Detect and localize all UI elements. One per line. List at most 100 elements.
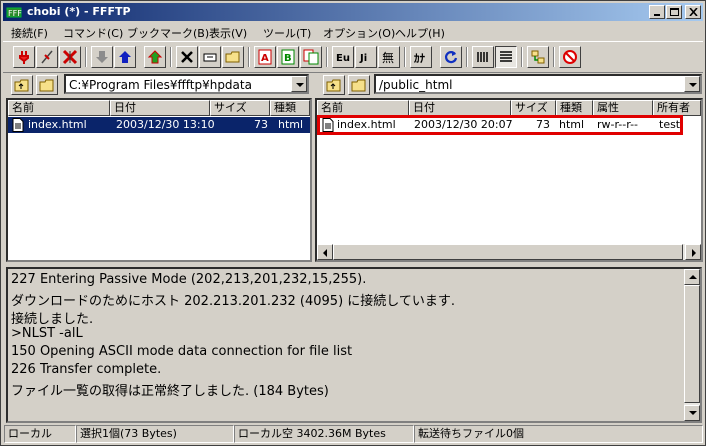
table-row[interactable]: index.html 2003/12/30 13:10 73 html — [8, 117, 310, 133]
status-mode: ローカル — [4, 425, 76, 443]
download-button[interactable] — [91, 46, 113, 68]
euc-convert-icon: Eu — [336, 53, 350, 64]
jis-convert-button[interactable]: Ji — [355, 46, 377, 68]
remote-col-type[interactable]: 種類 — [556, 100, 593, 116]
scroll-thumb[interactable] — [333, 244, 683, 260]
remote-path-combo[interactable]: /public_html — [374, 74, 702, 94]
minimize-button[interactable] — [649, 5, 665, 19]
log-line: >NLST -alL — [11, 326, 83, 341]
download-icon — [96, 51, 108, 63]
menu-view[interactable]: 表示(V) — [209, 25, 247, 41]
scroll-thumb[interactable] — [684, 285, 700, 403]
remote-col-name[interactable]: 名前 — [317, 100, 409, 116]
folder-open-icon — [39, 79, 54, 92]
status-free-space: ローカル空 3402.36M Bytes — [234, 425, 414, 443]
list-view-button[interactable] — [472, 46, 494, 68]
ascii-mode-icon: A — [258, 49, 272, 65]
menu-help[interactable]: ヘルプ(H) — [395, 25, 445, 41]
remote-col-owner[interactable]: 所有者 — [653, 100, 701, 116]
maximize-button[interactable] — [666, 5, 682, 19]
kana-convert-button[interactable]: ｶﾅ — [410, 46, 432, 68]
rename-button[interactable] — [199, 46, 221, 68]
refresh-button[interactable] — [440, 46, 462, 68]
html-file-icon — [12, 118, 24, 132]
scroll-up-button[interactable] — [684, 269, 700, 285]
local-col-type[interactable]: 種類 — [270, 100, 310, 116]
toolbar-separator — [404, 47, 406, 67]
local-col-size[interactable]: サイズ — [210, 100, 270, 116]
detail-view-button[interactable] — [495, 46, 517, 68]
local-path-text: C:¥Program Files¥ffftp¥hpdata — [69, 78, 252, 92]
connect-icon — [19, 51, 29, 64]
file-date: 2003/12/30 13:10 — [116, 118, 215, 131]
menu-command[interactable]: コマンド(C) — [63, 25, 123, 41]
svg-text:無: 無 — [382, 50, 394, 65]
euc-convert-button[interactable]: Eu — [332, 46, 354, 68]
toolbar-separator — [170, 47, 172, 67]
toolbar-separator — [521, 47, 523, 67]
svg-text:FFF: FFF — [8, 9, 22, 18]
remote-col-size[interactable]: サイズ — [511, 100, 556, 116]
upload-button[interactable] — [114, 46, 136, 68]
ffftp-app-icon: FFF — [6, 7, 22, 18]
delete-button[interactable] — [176, 46, 198, 68]
file-size: 73 — [254, 118, 268, 131]
binary-mode-button[interactable]: B — [277, 46, 299, 68]
local-col-name[interactable]: 名前 — [8, 100, 110, 116]
file-name: index.html — [28, 118, 87, 131]
title-bar[interactable]: FFF chobi (*) - FFFTP — [3, 3, 703, 21]
remote-open-folder-button[interactable] — [348, 75, 370, 95]
quick-connect-icon — [41, 50, 53, 64]
upload-icon — [119, 51, 131, 63]
toolbar-separator — [85, 47, 87, 67]
sync-folder-button[interactable] — [527, 46, 549, 68]
close-button[interactable] — [685, 5, 701, 19]
chevron-down-icon[interactable] — [291, 76, 307, 92]
menu-options[interactable]: オプション(O) — [323, 25, 395, 41]
rename-icon — [203, 53, 217, 62]
svg-text:Eu: Eu — [336, 53, 350, 64]
local-path-combo[interactable]: C:¥Program Files¥ffftp¥hpdata — [64, 74, 309, 94]
scroll-down-button[interactable] — [684, 405, 700, 421]
stop-button[interactable] — [559, 46, 581, 68]
mirror-upload-button[interactable] — [144, 46, 166, 68]
folder-up-icon — [14, 79, 29, 92]
quick-connect-button[interactable] — [36, 46, 58, 68]
scroll-right-button[interactable] — [685, 244, 701, 260]
menu-bookmark[interactable]: ブックマーク(B) — [127, 25, 209, 41]
minimize-icon — [654, 14, 660, 16]
log-line: ファイル一覧の取得は正常終了しました. (184 Bytes) — [11, 384, 329, 399]
detail-view-icon — [500, 51, 512, 62]
status-selection: 選択1個(73 Bytes) — [76, 425, 234, 443]
no-convert-button[interactable]: 無 — [378, 46, 400, 68]
remote-horizontal-scrollbar[interactable] — [317, 244, 701, 260]
local-file-list[interactable]: 名前 日付 サイズ 種類 index.html 2003/12/30 13:10… — [6, 98, 312, 262]
local-open-folder-button[interactable] — [36, 75, 58, 95]
toolbar-separator — [326, 47, 328, 67]
chevron-down-icon[interactable] — [684, 76, 700, 92]
log-line: 226 Transfer complete. — [11, 362, 162, 377]
kana-convert-icon: ｶﾅ — [414, 52, 425, 65]
menu-bar: 接続(F) コマンド(C) ブックマーク(B) 表示(V) ツール(T) オプシ… — [3, 22, 703, 41]
toolbar-separator — [466, 47, 468, 67]
svg-text:B: B — [284, 53, 292, 64]
scroll-left-button[interactable] — [317, 244, 333, 260]
ascii-mode-button[interactable]: A — [254, 46, 276, 68]
log-line: 227 Entering Passive Mode (202,213,201,2… — [11, 272, 367, 287]
mkdir-button[interactable] — [222, 46, 244, 68]
log-vertical-scrollbar[interactable] — [684, 269, 700, 421]
menu-tools[interactable]: ツール(T) — [263, 25, 311, 41]
remote-col-date[interactable]: 日付 — [409, 100, 511, 116]
menu-connect[interactable]: 接続(F) — [11, 25, 48, 41]
auto-mode-button[interactable] — [300, 46, 322, 68]
disconnect-button[interactable] — [59, 46, 81, 68]
remote-parent-folder-button[interactable] — [323, 75, 345, 95]
local-col-date[interactable]: 日付 — [110, 100, 210, 116]
log-panel[interactable]: 227 Entering Passive Mode (202,213,201,2… — [6, 267, 702, 423]
file-type: html — [278, 118, 304, 131]
svg-text:A: A — [261, 53, 269, 64]
connect-button[interactable] — [13, 46, 35, 68]
local-parent-folder-button[interactable] — [11, 75, 33, 95]
binary-mode-icon: B — [281, 49, 295, 65]
remote-col-attr[interactable]: 属性 — [593, 100, 653, 116]
